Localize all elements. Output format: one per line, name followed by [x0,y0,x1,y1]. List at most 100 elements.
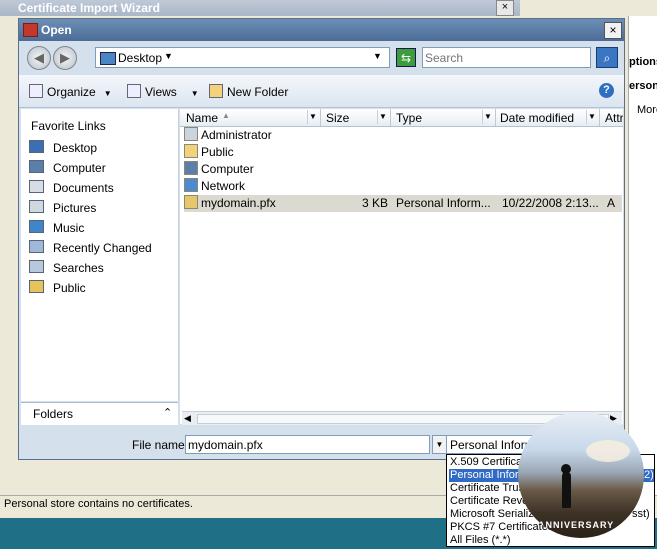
column-filter-icon[interactable]: ▼ [586,110,597,124]
column-filter-icon[interactable]: ▼ [377,110,388,124]
nav-item-recently-changed[interactable]: Recently Changed [29,239,152,257]
organize-button[interactable]: Organize ▼ [29,84,112,99]
file-name: Public [201,145,234,159]
file-date-modified: 10/22/2008 2:13... [502,196,599,210]
documents-icon [29,180,44,193]
file-name: Network [201,179,246,193]
column-header-name[interactable]: Name [186,111,218,125]
column-separator[interactable] [390,109,391,126]
folder-icon [184,144,198,158]
certificate-file-icon [184,195,198,209]
column-header-attributes[interactable]: Attr [605,111,623,125]
file-attributes: A [607,196,616,210]
column-header-type[interactable]: Type [396,111,422,125]
column-header-size[interactable]: Size [326,111,349,125]
network-icon [184,178,198,192]
nav-item-searches[interactable]: Searches [29,259,104,277]
file-size: 3 KB [362,196,389,210]
favorite-links-pane: Favorite Links Desktop Computer Document… [21,109,179,401]
public-folder-icon [29,280,44,293]
nav-item-computer[interactable]: Computer [29,159,106,177]
search-button[interactable]: ⌕ [596,47,618,68]
nav-item-label: Documents [53,181,114,195]
list-item[interactable]: Network [184,178,622,195]
column-filter-icon[interactable]: ▼ [482,110,493,124]
folders-label: Folders [33,407,74,421]
file-name-input[interactable] [188,437,424,452]
new-folder-icon [209,84,223,98]
dialog-title: Open [41,23,72,37]
organize-icon [29,84,43,98]
nav-item-label: Recently Changed [53,241,152,255]
address-bar[interactable]: Desktop ▼ ▼ [95,47,390,68]
column-separator[interactable] [599,109,600,126]
wizard-title: Certificate Import Wizard [0,0,520,16]
back-arrow-icon: ◀ [34,50,44,65]
right-panel-more[interactable]: More [637,104,657,116]
file-name: Administrator [201,128,272,142]
toolbar: Organize ▼ Views ▼ New Folder ? [19,75,624,108]
right-panel-personal: ersona [629,80,657,92]
nav-item-label: Pictures [53,201,97,215]
nav-item-label: Searches [53,261,104,275]
desktop-icon [29,140,44,153]
back-button[interactable]: ◀ [27,46,51,70]
new-folder-button[interactable]: New Folder [209,84,288,99]
scroll-left-icon[interactable]: ◀ [184,413,191,424]
search-box[interactable] [422,47,591,68]
file-type: Personal Inform... [396,196,491,210]
list-item[interactable]: Computer [184,161,622,178]
favorite-links-header: Favorite Links [31,119,106,133]
refresh-icon: ⇆ [400,51,412,65]
list-item[interactable]: Public [184,144,622,161]
organize-label: Organize [47,85,96,99]
column-filter-icon[interactable]: ▼ [307,110,318,124]
list-item[interactable]: Administrator [184,127,622,144]
file-type-option[interactable]: All Files (*.*) [449,534,654,546]
list-item-selected[interactable]: mydomain.pfx 3 KB Personal Inform... 10/… [184,195,622,212]
pictures-icon [29,200,44,213]
refresh-button[interactable]: ⇆ [396,48,416,67]
photo-caption: ANNIVERSARY [538,520,615,530]
file-name-combobox[interactable] [185,435,430,454]
photo-person-body [562,472,571,508]
open-dialog: Open × ◀ ▶ Desktop ▼ ▼ ⇆ ⌕ Organize ▼ Vie… [18,18,625,460]
breadcrumb-chevron-icon[interactable]: ▼ [164,51,173,61]
computer-icon [29,160,44,173]
nav-item-pictures[interactable]: Pictures [29,199,96,217]
wizard-close-button[interactable]: × [496,0,514,16]
file-name-dropdown-icon[interactable]: ▼ [432,435,447,454]
nav-item-music[interactable]: Music [29,219,84,237]
column-header-date-modified[interactable]: Date modified [500,111,574,125]
nav-item-label: Music [53,221,85,235]
right-panel-options: ptions [629,56,657,68]
views-icon [127,84,141,98]
views-chevron-icon: ▼ [190,89,199,98]
search-input[interactable] [425,50,585,65]
nav-item-desktop[interactable]: Desktop [29,139,97,157]
column-separator[interactable] [495,109,496,126]
dialog-close-button[interactable]: × [604,22,622,39]
desktop-icon [100,52,116,65]
nav-item-documents[interactable]: Documents [29,179,114,197]
forward-button[interactable]: ▶ [53,46,77,70]
folders-toggle[interactable]: Folders ⌃ [21,402,178,425]
sort-ascending-icon: ▲ [222,111,230,120]
organize-chevron-icon: ▼ [103,89,112,98]
profile-photo-overlay: ANNIVERSARY [518,412,644,538]
wizard-right-panel: ptions ersona More [628,16,657,496]
nav-item-public[interactable]: Public [29,279,86,297]
address-location[interactable]: Desktop [118,51,162,65]
views-button[interactable]: Views ▼ [127,84,199,99]
nav-item-label: Public [53,281,86,295]
file-name: mydomain.pfx [201,196,276,210]
forward-arrow-icon: ▶ [60,50,70,65]
photo-sky-glow [586,440,630,462]
recently-changed-icon [29,240,44,253]
computer-icon [184,161,198,175]
address-dropdown-icon[interactable]: ▼ [373,51,382,61]
user-folder-icon [184,127,198,141]
column-separator[interactable] [320,109,321,126]
help-button[interactable]: ? [599,83,614,98]
music-icon [29,220,44,233]
